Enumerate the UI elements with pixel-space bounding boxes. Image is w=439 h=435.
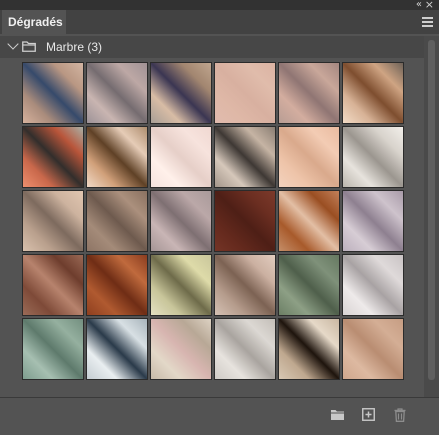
gradient-group-label: Marbre (3): [46, 40, 103, 54]
gradient-swatch[interactable]: [342, 190, 404, 252]
folder-icon[interactable]: [330, 408, 345, 421]
scrollbar-thumb[interactable]: [428, 40, 435, 380]
gradient-swatch[interactable]: [214, 62, 276, 124]
add-square-icon[interactable]: [362, 408, 375, 421]
gradient-swatch[interactable]: [86, 254, 148, 316]
scrollbar[interactable]: [424, 36, 439, 397]
gradient-swatch[interactable]: [342, 126, 404, 188]
gradient-swatch[interactable]: [278, 126, 340, 188]
trash-icon[interactable]: [394, 408, 406, 422]
gradient-swatch[interactable]: [214, 126, 276, 188]
hamburger-menu-icon[interactable]: [422, 17, 433, 27]
panel-top-strip: « ×: [0, 0, 439, 10]
gradient-swatch[interactable]: [22, 254, 84, 316]
gradient-swatch[interactable]: [342, 254, 404, 316]
chevron-down-icon[interactable]: [7, 38, 19, 50]
gradient-swatch[interactable]: [278, 190, 340, 252]
panel-tab-bar: Dégradés: [0, 10, 439, 34]
gradient-swatch[interactable]: [86, 190, 148, 252]
gradient-swatch[interactable]: [214, 254, 276, 316]
gradient-swatch[interactable]: [22, 126, 84, 188]
gradient-swatch[interactable]: [86, 126, 148, 188]
panel-footer: [0, 397, 439, 435]
gradient-swatch[interactable]: [278, 318, 340, 380]
gradient-swatch[interactable]: [22, 318, 84, 380]
tab-gradients[interactable]: Dégradés: [2, 10, 66, 34]
gradient-swatch[interactable]: [150, 318, 212, 380]
gradient-swatch[interactable]: [150, 254, 212, 316]
gradient-group-row[interactable]: Marbre (3): [0, 36, 424, 58]
gradient-swatch[interactable]: [150, 126, 212, 188]
gradient-swatch[interactable]: [22, 190, 84, 252]
gradient-swatch[interactable]: [214, 190, 276, 252]
gradient-swatch[interactable]: [278, 62, 340, 124]
gradient-swatch[interactable]: [22, 62, 84, 124]
gradient-swatch[interactable]: [214, 318, 276, 380]
gradient-swatch[interactable]: [342, 62, 404, 124]
gradient-swatch[interactable]: [86, 62, 148, 124]
collapse-panel-button[interactable]: «: [416, 0, 422, 10]
gradient-swatch[interactable]: [150, 62, 212, 124]
folder-icon: [22, 41, 36, 52]
gradient-swatch[interactable]: [278, 254, 340, 316]
gradients-panel: « × Dégradés Marbre (3): [0, 0, 439, 435]
gradient-swatch[interactable]: [342, 318, 404, 380]
gradient-swatch[interactable]: [86, 318, 148, 380]
gradient-swatch[interactable]: [150, 190, 212, 252]
gradient-swatch-grid: [22, 62, 406, 382]
close-panel-button[interactable]: ×: [425, 0, 434, 10]
